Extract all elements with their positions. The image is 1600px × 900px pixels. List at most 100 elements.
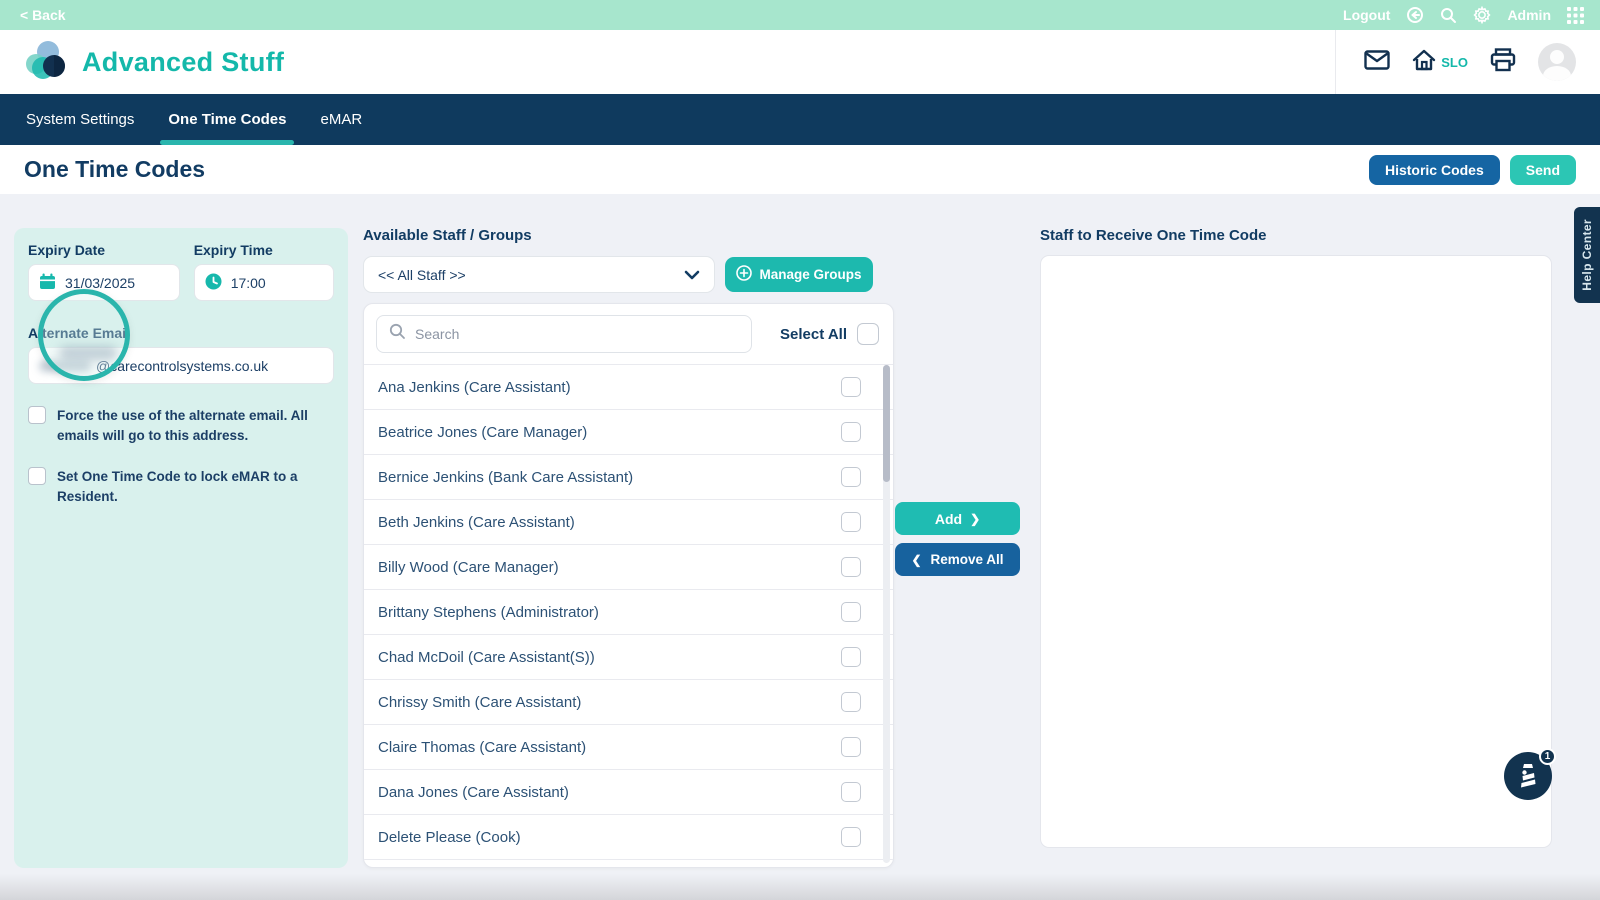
expiry-date-value: 31/03/2025 xyxy=(65,275,135,291)
expiry-date-label: Expiry Date xyxy=(28,242,180,258)
staff-checkbox[interactable] xyxy=(841,467,861,487)
expiry-time-input[interactable]: 17:00 xyxy=(194,264,334,301)
staff-list: Ana Jenkins (Care Assistant) Beatrice Jo… xyxy=(364,364,893,867)
logout-icon[interactable] xyxy=(1406,6,1424,24)
print-icon[interactable] xyxy=(1490,48,1516,77)
home-site-selector[interactable]: SLO xyxy=(1412,49,1468,76)
expiry-time-value: 17:00 xyxy=(231,275,266,291)
select-all-label: Select All xyxy=(780,326,847,343)
search-icon xyxy=(389,323,406,345)
logout-button[interactable]: Logout xyxy=(1343,7,1390,23)
app-header: Advanced Stuff SLO xyxy=(0,30,1600,94)
help-center-tab[interactable]: Help Center xyxy=(1574,207,1600,303)
remove-all-button[interactable]: ❮ Remove All xyxy=(895,543,1020,576)
available-staff-heading: Available Staff / Groups xyxy=(363,227,532,244)
staff-checkbox[interactable] xyxy=(841,422,861,442)
add-button[interactable]: Add ❯ xyxy=(895,502,1020,535)
help-center-label: Help Center xyxy=(1580,219,1594,291)
select-all-checkbox[interactable] xyxy=(857,323,879,345)
chevron-left-icon: ❮ xyxy=(911,553,921,567)
plus-circle-icon xyxy=(736,265,752,284)
home-icon xyxy=(1412,49,1436,76)
bottom-fade xyxy=(0,874,1600,900)
avatar[interactable] xyxy=(1538,43,1576,81)
admin-user-label[interactable]: Admin xyxy=(1507,7,1551,23)
lock-emar-checkbox[interactable] xyxy=(28,467,46,485)
tab-emar[interactable]: eMAR xyxy=(318,94,364,145)
add-label: Add xyxy=(935,511,962,527)
mail-icon[interactable] xyxy=(1364,49,1390,76)
staff-list-item[interactable]: Bernice Jenkins (Bank Care Assistant) xyxy=(364,455,893,500)
staff-group-dropdown-value: << All Staff >> xyxy=(378,267,466,283)
staff-group-dropdown[interactable]: << All Staff >> xyxy=(363,256,715,293)
main-nav: System Settings One Time Codes eMAR xyxy=(0,94,1600,145)
staff-list-scrollbar-track[interactable] xyxy=(883,365,890,863)
staff-name: Billy Wood (Care Manager) xyxy=(378,559,559,576)
manage-groups-button[interactable]: Manage Groups xyxy=(725,257,873,292)
staff-list-item[interactable]: Beth Jenkins (Care Assistant) xyxy=(364,500,893,545)
staff-list-item[interactable]: Chrissy Smith (Care Assistant) xyxy=(364,680,893,725)
tab-system-settings[interactable]: System Settings xyxy=(24,94,136,145)
manage-groups-label: Manage Groups xyxy=(759,267,861,282)
staff-name: Dana Jones (Care Assistant) xyxy=(378,784,569,801)
site-code-label: SLO xyxy=(1441,55,1468,70)
app-title: Advanced Stuff xyxy=(82,47,284,78)
staff-list-item[interactable]: Claire Thomas (Care Assistant) xyxy=(364,725,893,770)
send-button[interactable]: Send xyxy=(1510,155,1576,185)
staff-list-item[interactable]: Brittany Stephens (Administrator) xyxy=(364,590,893,635)
historic-codes-button[interactable]: Historic Codes xyxy=(1369,155,1500,185)
staff-name: Brittany Stephens (Administrator) xyxy=(378,604,599,621)
app-logo xyxy=(24,39,68,86)
receive-staff-list xyxy=(1040,255,1552,848)
staff-checkbox[interactable] xyxy=(841,557,861,577)
expiry-date-input[interactable]: 31/03/2025 xyxy=(28,264,180,301)
calendar-icon xyxy=(39,273,56,293)
receive-staff-heading: Staff to Receive One Time Code xyxy=(1040,227,1266,244)
staff-name: Delete Please (Cook) xyxy=(378,829,521,846)
staff-list-scrollbar-thumb[interactable] xyxy=(883,365,890,482)
staff-checkbox[interactable] xyxy=(841,512,861,532)
expiry-time-label: Expiry Time xyxy=(194,242,334,258)
staff-list-item[interactable]: Delete Please (Cook) xyxy=(364,815,893,860)
staff-name: Ana Jenkins (Care Assistant) xyxy=(378,379,571,396)
gear-icon[interactable] xyxy=(1473,6,1491,24)
top-utility-bar: < Back Logout Admin xyxy=(0,0,1600,30)
chevron-down-icon xyxy=(684,267,700,283)
code-settings-panel: Expiry Date 31/03/2025 Expiry Time 17:00 xyxy=(14,228,348,868)
alternate-email-label: Alternate Email xyxy=(28,325,334,341)
force-alternate-email-checkbox[interactable] xyxy=(28,406,46,424)
staff-list-item[interactable]: Ana Jenkins (Care Assistant) xyxy=(364,365,893,410)
staff-checkbox[interactable] xyxy=(841,737,861,757)
staff-checkbox[interactable] xyxy=(841,647,861,667)
back-button[interactable]: < Back xyxy=(20,7,66,23)
tab-one-time-codes[interactable]: One Time Codes xyxy=(166,94,288,145)
content-area: Expiry Date 31/03/2025 Expiry Time 17:00 xyxy=(0,194,1600,900)
staff-checkbox[interactable] xyxy=(841,827,861,847)
alternate-email-input[interactable]: @carecontrolsystems.co.uk xyxy=(28,347,334,384)
staff-list-item[interactable]: Beatrice Jones (Care Manager) xyxy=(364,410,893,455)
alternate-email-value: @carecontrolsystems.co.uk xyxy=(96,358,268,374)
staff-checkbox[interactable] xyxy=(841,602,861,622)
staff-name: Claire Thomas (Care Assistant) xyxy=(378,739,586,756)
staff-list-item[interactable]: Chad McDoil (Care Assistant(S)) xyxy=(364,635,893,680)
header-divider xyxy=(1335,30,1336,94)
brand: Advanced Stuff xyxy=(24,39,284,86)
search-icon[interactable] xyxy=(1440,7,1457,24)
page-title-bar: One Time Codes Historic Codes Send xyxy=(0,145,1600,194)
chat-widget-button[interactable]: 1 xyxy=(1504,752,1552,800)
available-staff-card: Select All Ana Jenkins (Care Assistant) … xyxy=(363,303,894,868)
staff-list-item[interactable]: Dana Jones (Care Assistant) xyxy=(364,770,893,815)
staff-list-item[interactable]: Billy Wood (Care Manager) xyxy=(364,545,893,590)
staff-name: Chad McDoil (Care Assistant(S)) xyxy=(378,649,595,666)
staff-checkbox[interactable] xyxy=(841,692,861,712)
staff-name: Beth Jenkins (Care Assistant) xyxy=(378,514,575,531)
staff-name: Beatrice Jones (Care Manager) xyxy=(378,424,587,441)
staff-checkbox[interactable] xyxy=(841,782,861,802)
remove-all-label: Remove All xyxy=(931,552,1004,567)
lock-emar-label: Set One Time Code to lock eMAR to a Resi… xyxy=(57,467,334,506)
staff-search-input[interactable] xyxy=(415,326,695,342)
staff-checkbox[interactable] xyxy=(841,377,861,397)
force-alternate-email-label: Force the use of the alternate email. Al… xyxy=(57,406,334,445)
apps-grid-icon[interactable] xyxy=(1567,7,1584,24)
staff-search-box xyxy=(376,315,752,353)
